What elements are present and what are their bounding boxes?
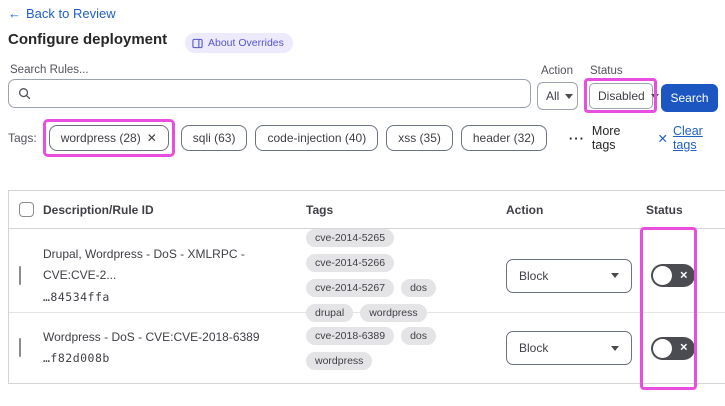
rule-tag: dos (401, 326, 436, 345)
rule-tag: cve-2018-6389 (306, 326, 395, 345)
action-select-value: Block (519, 268, 549, 283)
toggle-off-icon: ✕ (679, 342, 688, 354)
clear-tags-button[interactable]: ✕ Clear tags (657, 124, 717, 152)
toggle-off-icon: ✕ (679, 270, 688, 281)
tag-chip-code-injection[interactable]: code-injection (40) (255, 125, 379, 151)
tag-chip-header[interactable]: header (32) (460, 125, 547, 151)
column-header-tags: Tags (306, 202, 334, 217)
rule-tag: cve-2014-5266 (306, 254, 395, 272)
action-filter-value: All (546, 89, 560, 103)
page-title: Configure deployment (8, 31, 168, 48)
status-filter-dropdown[interactable]: Disabled (589, 83, 659, 109)
column-header-action: Action (506, 202, 544, 217)
search-button[interactable]: Search (661, 84, 718, 112)
chevron-down-icon (650, 93, 659, 99)
action-select[interactable]: Block (506, 331, 632, 365)
rule-tag: cve-2014-5267 (306, 279, 395, 297)
back-link-label: Back to Review (26, 6, 116, 21)
search-icon (18, 87, 31, 100)
more-tags-label: More tags (591, 124, 621, 152)
action-filter-dropdown[interactable]: All (537, 82, 578, 110)
column-header-status: Status (646, 202, 683, 217)
rule-tag: cve-2014-5265 (306, 229, 395, 247)
tag-chip-label: header (32) (472, 131, 535, 145)
close-icon: ✕ (657, 131, 668, 146)
rule-tags: cve-2018-6389 dos wordpress (306, 326, 506, 370)
action-filter-label: Action (541, 65, 573, 77)
back-to-review-link[interactable]: ← Back to Review (8, 6, 116, 21)
row-checkbox[interactable] (19, 265, 21, 285)
rule-description: Wordpress - DoS - CVE:CVE-2018-6389 (43, 329, 260, 344)
arrow-left-icon: ← (8, 6, 21, 21)
search-input[interactable] (8, 79, 531, 108)
chevron-down-icon (611, 273, 619, 278)
tag-chip-sqli[interactable]: sqli (63) (180, 125, 248, 151)
tag-chip-label: xss (35) (398, 131, 441, 145)
status-toggle[interactable]: ✕ (651, 336, 695, 360)
tags-bar-label: Tags: (8, 131, 37, 145)
status-filter-value: Disabled (598, 89, 645, 103)
toggle-knob (653, 338, 672, 358)
status-toggle[interactable]: ✕ (651, 264, 695, 287)
configure-deployment-page: ← Back to Review Configure deployment Ab… (0, 0, 725, 406)
status-filter-label: Status (590, 65, 623, 77)
tag-chip-wordpress[interactable]: wordpress (28) ✕ (48, 125, 169, 151)
toggle-knob (653, 266, 672, 285)
chevron-down-icon (611, 345, 619, 351)
rules-table: Description/Rule ID Tags Action Status D… (8, 190, 725, 384)
about-overrides-label: About Overrides (208, 37, 284, 49)
about-overrides-badge[interactable]: About Overrides (185, 33, 293, 53)
table-row: Wordpress - DoS - CVE:CVE-2018-6389 …f82… (9, 313, 725, 383)
rule-id: …84534ffa (43, 289, 110, 304)
row-checkbox[interactable] (19, 338, 21, 357)
selected-tag-highlight: wordpress (28) ✕ (42, 119, 175, 157)
chevron-down-icon (565, 93, 574, 99)
tags-bar: Tags: wordpress (28) ✕ sqli (63) code-in… (8, 119, 717, 157)
rule-tag: wordpress (306, 351, 373, 370)
tag-chip-xss[interactable]: xss (35) (386, 125, 453, 151)
rule-tag: dos (401, 279, 436, 297)
table-header-row: Description/Rule ID Tags Action Status (9, 191, 725, 229)
table-row: Drupal, Wordpress - DoS - XMLRPC - CVE:C… (9, 229, 725, 322)
action-select[interactable]: Block (506, 258, 632, 293)
rule-tags: cve-2014-5265 cve-2014-5266 cve-2014-526… (306, 229, 506, 322)
rule-id: …f82d008b (43, 351, 110, 366)
clear-tags-label: Clear tags (672, 124, 703, 152)
ellipsis-icon: ··· (568, 130, 585, 146)
search-rules-label: Search Rules... (10, 64, 89, 76)
tag-chip-label: code-injection (40) (267, 131, 367, 145)
select-all-checkbox[interactable] (19, 202, 34, 217)
tag-chip-label: sqli (63) (192, 131, 236, 145)
column-header-description: Description/Rule ID (43, 202, 154, 217)
more-tags-button[interactable]: ··· More tags (569, 124, 634, 152)
rule-tag: drupal (306, 304, 354, 322)
tag-chip-label: wordpress (28) (60, 131, 141, 145)
action-select-value: Block (519, 341, 549, 355)
book-reader-icon (192, 38, 203, 49)
rule-description: Drupal, Wordpress - DoS - XMLRPC - CVE:C… (43, 246, 245, 283)
remove-tag-icon[interactable]: ✕ (147, 131, 157, 145)
rule-tag: wordpress (360, 304, 427, 322)
